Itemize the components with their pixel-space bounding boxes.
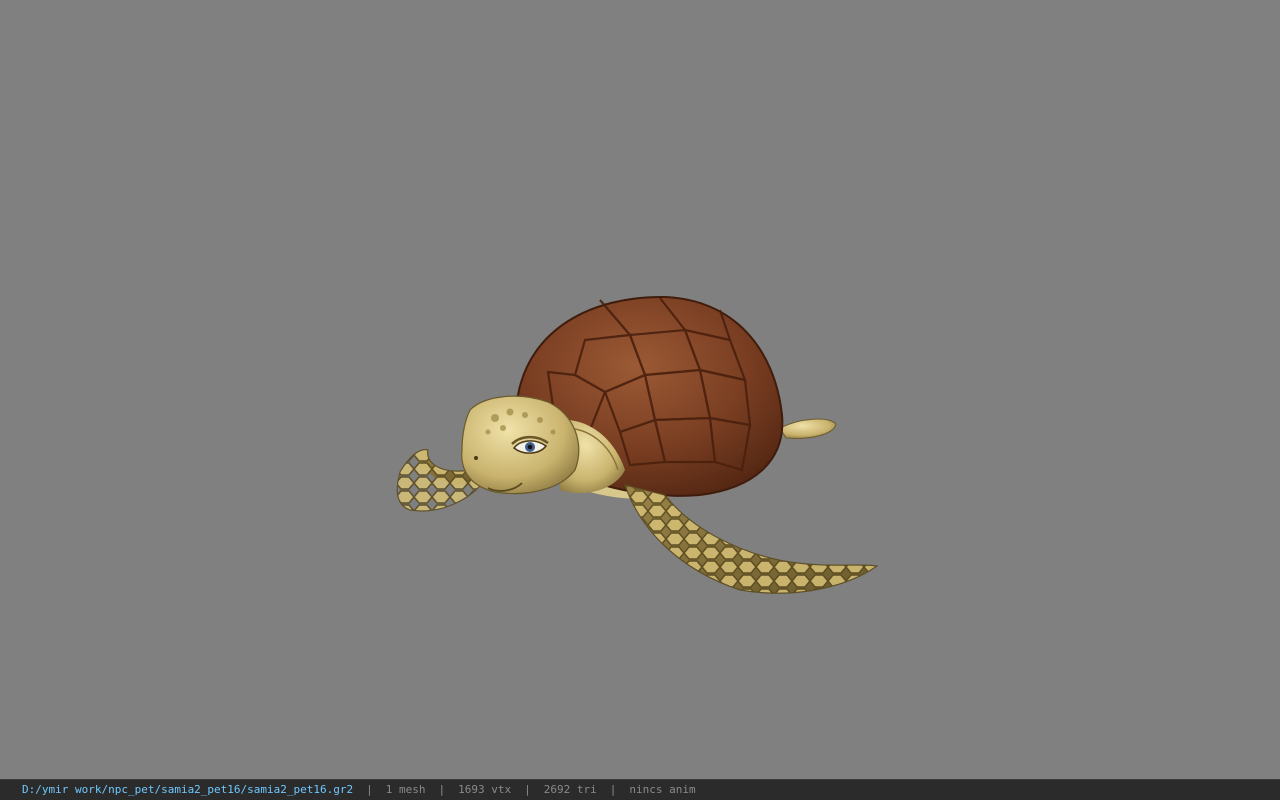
triangle-count: 2692 tri — [543, 783, 597, 796]
status-bar: D:/ymir work/npc_pet/samia2_pet16/samia2… — [0, 779, 1280, 800]
mesh-count: 1 mesh — [385, 783, 426, 796]
separator: | — [524, 783, 531, 796]
separator: | — [438, 783, 446, 796]
vertex-count: 1693 vtx — [458, 783, 512, 796]
3d-viewport[interactable] — [0, 0, 1280, 779]
separator: | — [366, 783, 373, 796]
sea-turtle-model — [396, 295, 879, 594]
file-path: D:/ymir work/npc_pet/samia2_pet16/samia2… — [22, 783, 354, 796]
animation-status: nincs anim — [629, 783, 696, 796]
separator: | — [609, 783, 617, 796]
